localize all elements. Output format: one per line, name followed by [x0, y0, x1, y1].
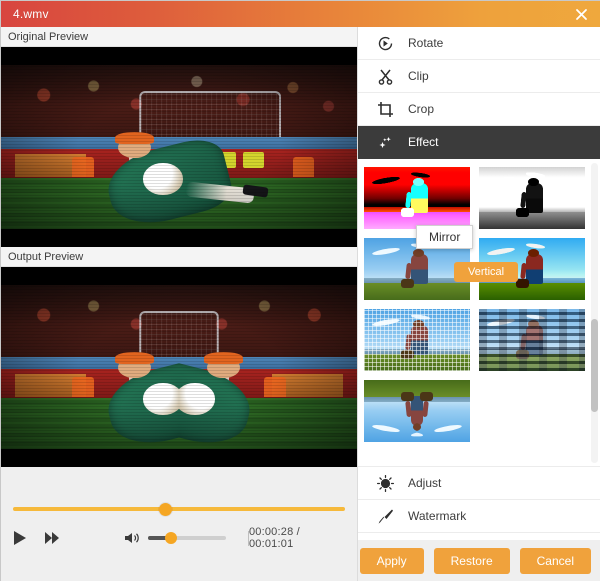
brush-icon — [374, 508, 396, 525]
sparkle-icon — [374, 134, 396, 151]
effects-grid — [358, 159, 600, 442]
effect-thumb-sketch[interactable] — [364, 167, 470, 229]
speaker-icon — [125, 533, 139, 543]
mosaic-overlay — [364, 309, 470, 371]
menu-label-crop: Crop — [408, 102, 435, 116]
apply-button[interactable]: Apply — [359, 548, 424, 574]
preview-column: Original Preview Output Preview 00:00:28… — [1, 27, 357, 581]
original-video-frame — [1, 65, 357, 229]
menu-label-adjust: Adjust — [408, 476, 442, 490]
effects-scrollbar[interactable] — [591, 163, 598, 463]
scrollbar-thumb[interactable] — [591, 319, 598, 412]
mirror-left-half — [1, 285, 179, 449]
effect-thumb-mirror[interactable] — [364, 380, 470, 442]
effect-preview-sketch — [364, 167, 470, 229]
menu-label-rotate: Rotate — [408, 36, 444, 50]
rotate-icon — [374, 35, 396, 52]
progress-row — [1, 493, 357, 516]
video-editor-dialog: 4.wmv Original Preview Output Preview 00… — [0, 0, 600, 581]
menu-item-watermark[interactable]: Watermark — [358, 500, 600, 533]
menu-label-clip: Clip — [408, 69, 429, 83]
progress-thumb[interactable] — [159, 502, 173, 516]
menu-item-rotate[interactable]: Rotate — [358, 27, 600, 60]
effect-preview-gray — [479, 167, 585, 229]
output-preview-label: Output Preview — [1, 247, 357, 267]
tools-panel: Rotate Clip Crop Effect Mirror Vertical … — [357, 27, 600, 581]
original-preview-video[interactable] — [1, 47, 357, 247]
menu-item-crop[interactable]: Crop — [358, 93, 600, 126]
menu-label-watermark: Watermark — [408, 509, 467, 523]
fast-forward-icon — [45, 532, 59, 544]
output-video-frame — [1, 285, 357, 449]
window-title: 4.wmv — [13, 7, 49, 21]
soccer-scene-output-right — [179, 285, 357, 449]
restore-button[interactable]: Restore — [433, 548, 510, 574]
playback-controls: 00:00:28 / 00:01:01 — [1, 493, 357, 565]
menu-item-adjust[interactable]: Adjust — [358, 467, 600, 500]
progress-slider[interactable] — [13, 502, 345, 516]
scissors-icon — [374, 68, 396, 85]
fast-forward-button[interactable] — [44, 531, 60, 545]
title-bar: 4.wmv — [1, 1, 600, 27]
menu-item-effect[interactable]: Effect — [358, 126, 600, 159]
mirror-right-half — [179, 285, 357, 449]
close-icon — [575, 8, 587, 20]
original-preview-label: Original Preview — [1, 27, 357, 47]
time-display: 00:00:28 / 00:01:01 — [248, 526, 300, 550]
volume-control[interactable] — [124, 531, 226, 545]
cancel-button[interactable]: Cancel — [519, 548, 591, 574]
output-preview-video[interactable] — [1, 267, 357, 467]
brightness-icon — [374, 474, 396, 492]
effect-thumb-gray[interactable] — [479, 167, 585, 229]
effect-preview-mirror-flip — [417, 380, 470, 442]
effects-grid-container: Mirror Vertical — [358, 159, 600, 467]
menu-item-clip[interactable]: Clip — [358, 60, 600, 93]
effect-thumb-mosaic[interactable] — [364, 309, 470, 371]
menu-label-effect: Effect — [408, 135, 439, 149]
effect-thumb-glass[interactable] — [479, 309, 585, 371]
volume-slider[interactable] — [148, 532, 226, 544]
volume-thumb[interactable] — [165, 532, 178, 544]
transport-row: 00:00:28 / 00:01:01 — [1, 521, 357, 555]
mirror-tooltip: Mirror — [416, 225, 474, 249]
play-icon — [14, 531, 26, 545]
dialog-footer: Apply Restore Cancel — [358, 540, 600, 581]
close-button[interactable] — [561, 1, 600, 27]
crop-icon — [374, 101, 396, 118]
vertical-button[interactable]: Vertical — [454, 262, 519, 282]
play-button[interactable] — [13, 530, 28, 546]
glass-overlay — [479, 309, 585, 371]
soccer-scene-original — [1, 65, 357, 229]
soccer-scene-output-left — [1, 285, 179, 449]
